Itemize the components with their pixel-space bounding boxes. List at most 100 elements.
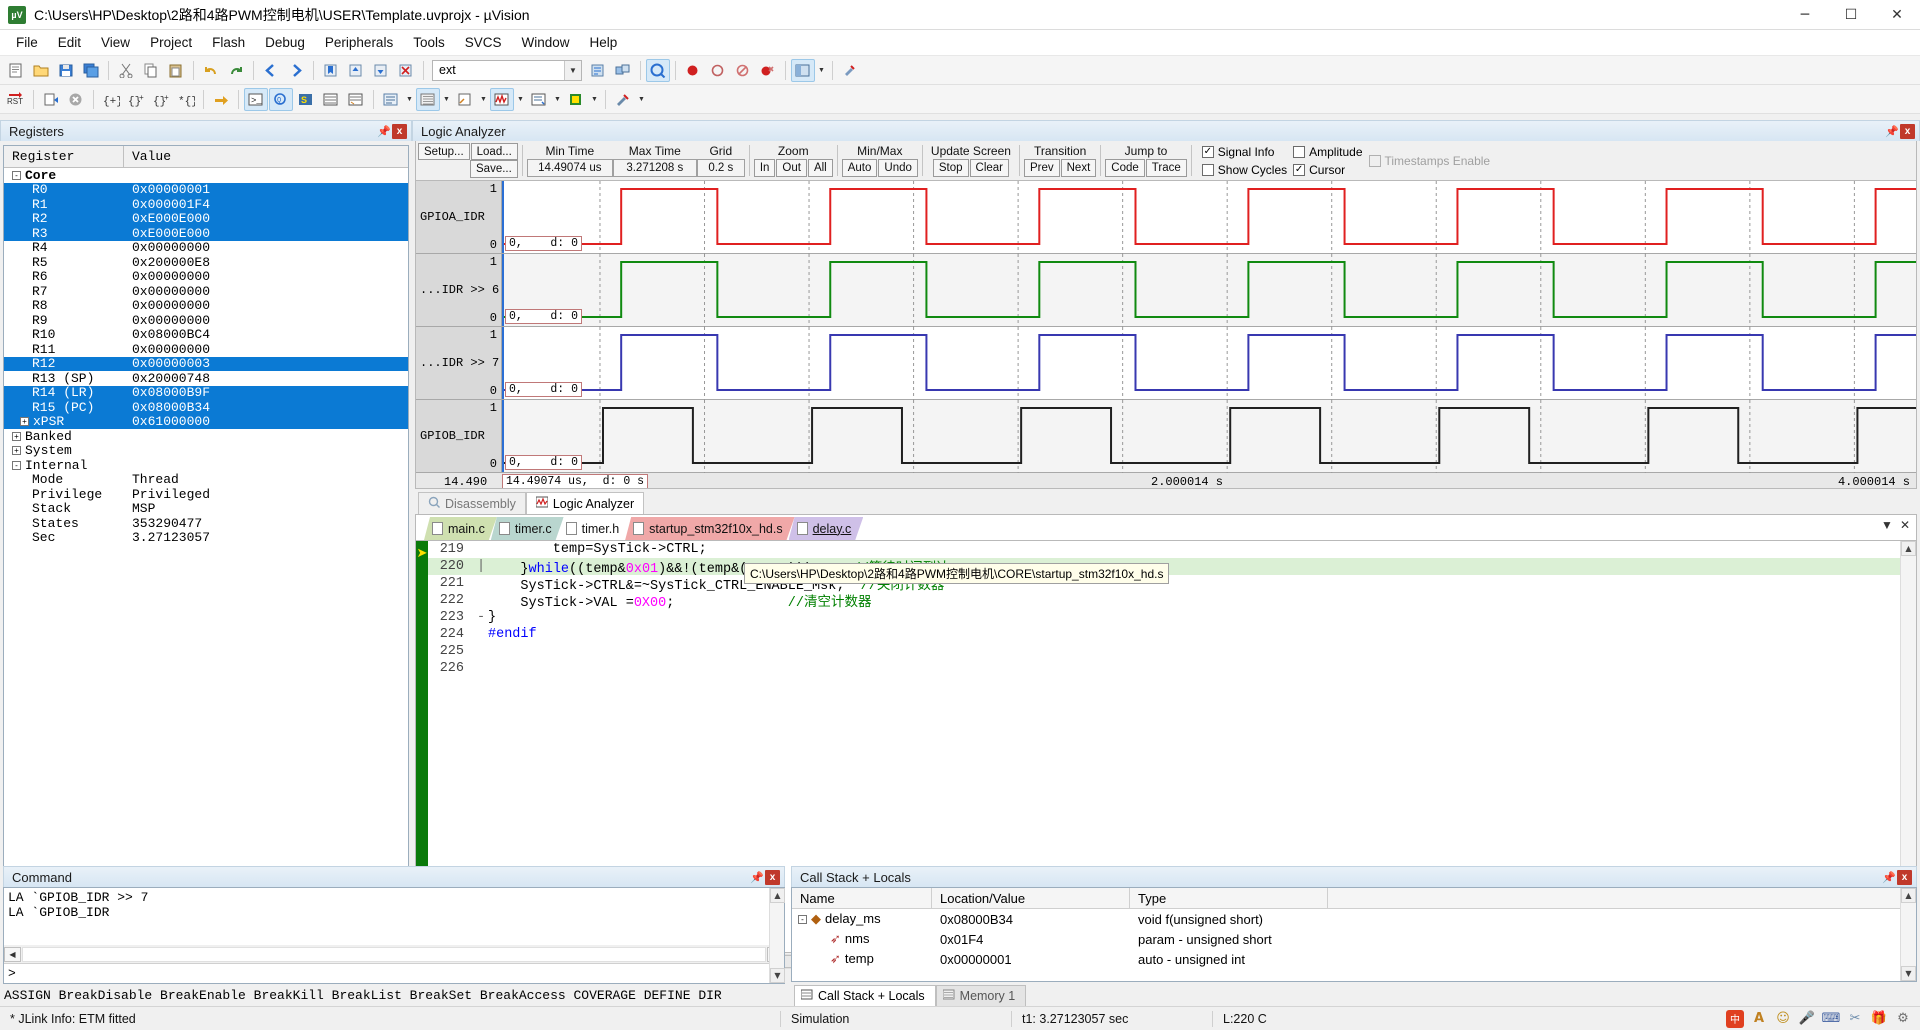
disable-all-breakpoints-icon[interactable] (731, 59, 755, 82)
insert-breakpoint-icon[interactable] (681, 59, 705, 82)
maximize-button[interactable]: ☐ (1828, 0, 1874, 30)
call-stack-vscrollbar[interactable]: ▲ ▼ (1900, 888, 1916, 981)
configure-icon[interactable] (838, 59, 862, 82)
keyboard-icon[interactable]: ⌨ (1822, 1010, 1840, 1028)
close-icon[interactable]: ✕ (1900, 518, 1910, 532)
bookmark-clear-icon[interactable] (394, 59, 418, 82)
close-button[interactable]: ✕ (1874, 0, 1920, 30)
settings-icon[interactable]: ⚙ (1894, 1010, 1912, 1028)
system-viewer-icon[interactable] (564, 88, 588, 111)
trace-window-icon[interactable] (527, 88, 551, 111)
chevron-down-icon[interactable]: ▼ (564, 61, 581, 80)
tab-call-stack-locals[interactable]: Call Stack + Locals (794, 985, 936, 1006)
fold-marker-icon[interactable]: - (474, 610, 488, 625)
pin-icon[interactable]: 📌 (376, 123, 392, 139)
watch-window-icon[interactable] (379, 88, 403, 111)
la-save-button[interactable]: Save... (470, 160, 518, 178)
menu-window[interactable]: Window (511, 32, 579, 53)
la-amplitude-checkbox[interactable]: Amplitude (1293, 144, 1362, 160)
register-row[interactable]: R13 (SP)0x20000748 (4, 371, 408, 386)
pin-icon[interactable]: 📌 (1881, 869, 1897, 885)
tree-toggle-icon[interactable]: - (798, 915, 807, 924)
scroll-up-icon[interactable]: ▲ (770, 888, 785, 903)
waveform-row[interactable]: 1GPIOB_IDR00, d: 0 (416, 400, 1916, 473)
call-stack-table[interactable]: Name Location/Value Type -◆delay_ms0x080… (791, 887, 1917, 982)
code-line[interactable]: 223-} (428, 609, 1900, 626)
register-row[interactable]: R50x200000E8 (4, 255, 408, 270)
menu-debug[interactable]: Debug (255, 32, 315, 53)
target-options-icon[interactable] (586, 59, 610, 82)
code-line[interactable]: 224#endif (428, 626, 1900, 643)
tree-toggle-icon[interactable]: + (20, 417, 29, 426)
menu-peripherals[interactable]: Peripherals (315, 32, 403, 53)
register-row[interactable]: R120x00000003 (4, 357, 408, 372)
call-stack-row[interactable]: ➶temp0x00000001auto - unsigned int (792, 949, 1900, 969)
register-row[interactable]: -Core (4, 168, 408, 183)
window-layout-icon[interactable] (791, 59, 815, 82)
chevron-down-icon[interactable]: ▼ (589, 88, 600, 111)
memory-window-icon[interactable] (416, 88, 440, 111)
mic-icon[interactable]: 🎤 (1798, 1010, 1816, 1028)
la-transition-next-button[interactable]: Next (1061, 159, 1097, 177)
la-update-stop-button[interactable]: Stop (933, 159, 969, 177)
disable-breakpoint-icon[interactable] (706, 59, 730, 82)
call-stack-row[interactable]: ➶nms0x01F4param - unsigned short (792, 929, 1900, 949)
la-max-time-value[interactable]: 3.271208 s (613, 159, 697, 177)
menu-svcs[interactable]: SVCS (455, 32, 512, 53)
scroll-left-icon[interactable]: ◀ (4, 947, 21, 962)
symbols-icon[interactable]: S (294, 88, 318, 111)
pin-icon[interactable]: 📌 (749, 869, 765, 885)
code-line[interactable]: 225 (428, 643, 1900, 660)
close-icon[interactable]: x (765, 870, 780, 885)
editor-tab[interactable]: main.c (424, 517, 497, 540)
chevron-down-icon[interactable]: ▼ (1881, 518, 1893, 532)
command-input[interactable]: > (4, 963, 784, 983)
smiley-icon[interactable]: ☺ (1774, 1010, 1792, 1028)
undo-icon[interactable] (199, 59, 223, 82)
fold-marker-icon[interactable]: | (474, 559, 488, 574)
tab-disassembly[interactable]: Disassembly (418, 492, 526, 514)
waveform-row[interactable]: 1...IDR >> 600, d: 0 (416, 254, 1916, 327)
register-row[interactable]: R30xE000E000 (4, 226, 408, 241)
scroll-up-icon[interactable]: ▲ (1901, 541, 1916, 556)
waveform-row[interactable]: 1GPIOA_IDR00, d: 0 (416, 181, 1916, 254)
register-row[interactable]: R80x00000000 (4, 299, 408, 314)
chevron-down-icon[interactable]: ▼ (515, 88, 526, 111)
la-setup-button[interactable]: Setup... (418, 143, 470, 160)
la-jumpto-code-button[interactable]: Code (1105, 159, 1145, 177)
cut-icon[interactable] (114, 59, 138, 82)
editor-tab[interactable]: timer.h (558, 517, 632, 540)
close-icon[interactable]: x (392, 124, 407, 139)
gift-icon[interactable]: 🎁 (1870, 1010, 1888, 1028)
run-to-cursor-icon[interactable]: *{} (174, 88, 198, 111)
scroll-up-icon[interactable]: ▲ (1901, 888, 1916, 903)
waveform-canvas[interactable]: 0, d: 0 (502, 181, 1916, 253)
save-all-icon[interactable] (79, 59, 103, 82)
open-file-icon[interactable] (29, 59, 53, 82)
waveform-row[interactable]: 1...IDR >> 700, d: 0 (416, 327, 1916, 400)
scroll-track[interactable] (22, 947, 766, 962)
scroll-down-icon[interactable]: ▼ (1901, 966, 1916, 981)
show-next-statement-icon[interactable] (209, 88, 233, 111)
menu-file[interactable]: File (6, 32, 48, 53)
la-cursor-checkbox[interactable]: ✓ Cursor (1293, 162, 1362, 178)
command-vscrollbar[interactable]: ▲ ▼ (769, 888, 784, 983)
paste-icon[interactable] (164, 59, 188, 82)
chevron-down-icon[interactable]: ▼ (636, 88, 647, 111)
la-zoom-out-button[interactable]: Out (776, 159, 807, 177)
register-row[interactable]: R100x08000BC4 (4, 328, 408, 343)
ime-icon[interactable]: 中 (1726, 1010, 1744, 1028)
tree-toggle-icon[interactable]: - (12, 461, 21, 470)
new-file-icon[interactable] (4, 59, 28, 82)
close-icon[interactable]: x (1897, 870, 1912, 885)
la-transition-prev-button[interactable]: Prev (1024, 159, 1060, 177)
register-row[interactable]: R15 (PC)0x08000B34 (4, 400, 408, 415)
step-icon[interactable]: {+} (99, 88, 123, 111)
code-line[interactable]: 226 (428, 660, 1900, 677)
menu-project[interactable]: Project (140, 32, 202, 53)
editor-tab[interactable]: delay.c (789, 517, 864, 540)
copy-icon[interactable] (139, 59, 163, 82)
tab-logic-analyzer[interactable]: Logic Analyzer (526, 492, 644, 514)
la-signal-info-checkbox[interactable]: ✓ Signal Info (1202, 144, 1287, 160)
toolbox-icon[interactable] (611, 88, 635, 111)
